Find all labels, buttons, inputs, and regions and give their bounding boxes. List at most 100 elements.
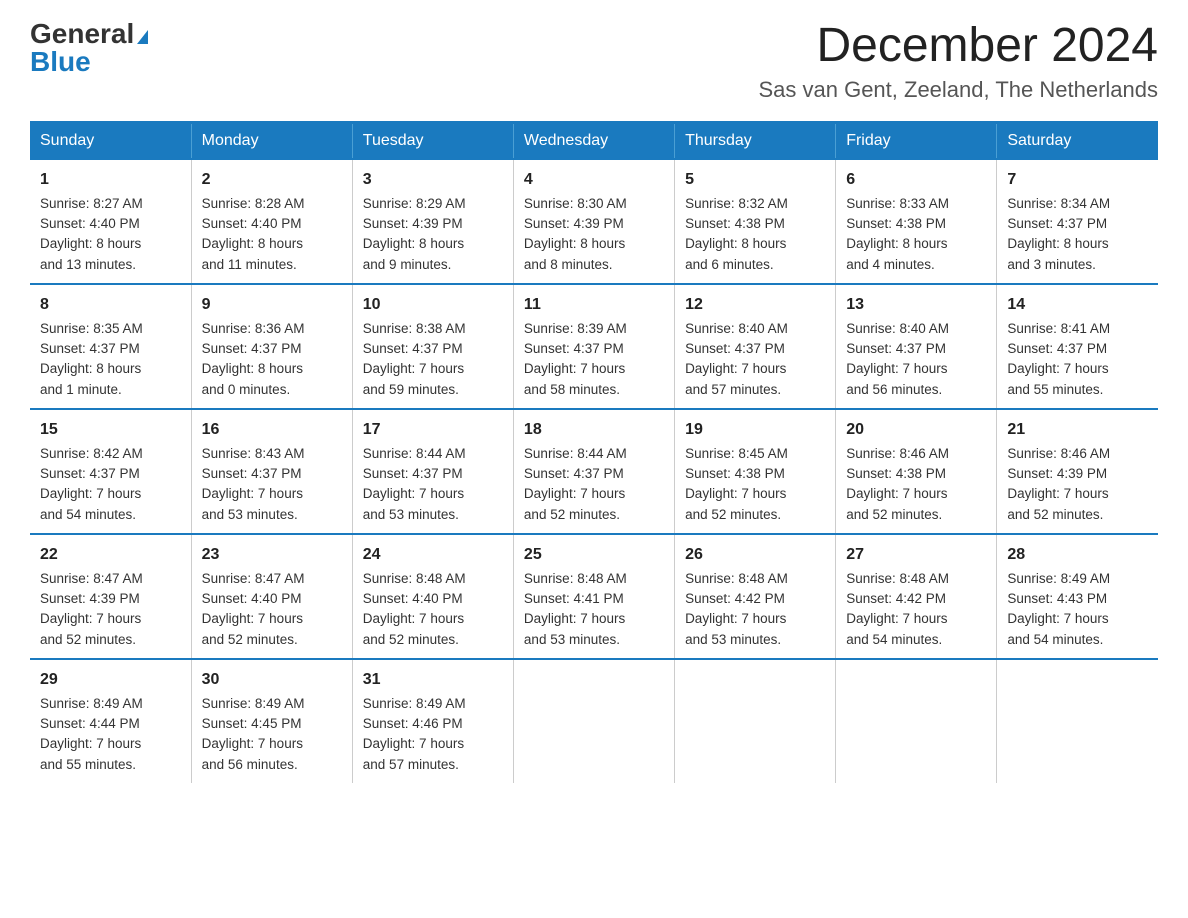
calendar-cell: 28Sunrise: 8:49 AMSunset: 4:43 PMDayligh… xyxy=(997,534,1158,659)
day-number: 30 xyxy=(202,668,342,692)
weekday-header-sunday: Sunday xyxy=(30,122,191,159)
weekday-header-monday: Monday xyxy=(191,122,352,159)
day-info: Sunrise: 8:29 AMSunset: 4:39 PMDaylight:… xyxy=(363,194,503,275)
calendar-week-row: 22Sunrise: 8:47 AMSunset: 4:39 PMDayligh… xyxy=(30,534,1158,659)
calendar-cell: 11Sunrise: 8:39 AMSunset: 4:37 PMDayligh… xyxy=(513,284,674,409)
day-info: Sunrise: 8:45 AMSunset: 4:38 PMDaylight:… xyxy=(685,444,825,525)
day-info: Sunrise: 8:49 AMSunset: 4:46 PMDaylight:… xyxy=(363,694,503,775)
day-info: Sunrise: 8:49 AMSunset: 4:44 PMDaylight:… xyxy=(40,694,181,775)
day-info: Sunrise: 8:27 AMSunset: 4:40 PMDaylight:… xyxy=(40,194,181,275)
day-info: Sunrise: 8:42 AMSunset: 4:37 PMDaylight:… xyxy=(40,444,181,525)
day-number: 13 xyxy=(846,293,986,317)
calendar-cell: 9Sunrise: 8:36 AMSunset: 4:37 PMDaylight… xyxy=(191,284,352,409)
calendar-cell: 8Sunrise: 8:35 AMSunset: 4:37 PMDaylight… xyxy=(30,284,191,409)
day-info: Sunrise: 8:40 AMSunset: 4:37 PMDaylight:… xyxy=(685,319,825,400)
day-info: Sunrise: 8:33 AMSunset: 4:38 PMDaylight:… xyxy=(846,194,986,275)
day-number: 22 xyxy=(40,543,181,567)
calendar-week-row: 1Sunrise: 8:27 AMSunset: 4:40 PMDaylight… xyxy=(30,159,1158,284)
day-number: 19 xyxy=(685,418,825,442)
calendar-cell: 7Sunrise: 8:34 AMSunset: 4:37 PMDaylight… xyxy=(997,159,1158,284)
weekday-header-thursday: Thursday xyxy=(675,122,836,159)
day-number: 23 xyxy=(202,543,342,567)
logo-blue-text: Blue xyxy=(30,48,91,76)
day-info: Sunrise: 8:36 AMSunset: 4:37 PMDaylight:… xyxy=(202,319,342,400)
calendar-cell: 19Sunrise: 8:45 AMSunset: 4:38 PMDayligh… xyxy=(675,409,836,534)
day-number: 15 xyxy=(40,418,181,442)
day-number: 4 xyxy=(524,168,664,192)
day-number: 6 xyxy=(846,168,986,192)
day-info: Sunrise: 8:28 AMSunset: 4:40 PMDaylight:… xyxy=(202,194,342,275)
calendar-cell: 22Sunrise: 8:47 AMSunset: 4:39 PMDayligh… xyxy=(30,534,191,659)
day-info: Sunrise: 8:44 AMSunset: 4:37 PMDaylight:… xyxy=(363,444,503,525)
weekday-header-friday: Friday xyxy=(836,122,997,159)
day-number: 28 xyxy=(1007,543,1148,567)
day-number: 10 xyxy=(363,293,503,317)
calendar-cell: 30Sunrise: 8:49 AMSunset: 4:45 PMDayligh… xyxy=(191,659,352,783)
day-number: 21 xyxy=(1007,418,1148,442)
location-subtitle: Sas van Gent, Zeeland, The Netherlands xyxy=(758,77,1158,103)
day-info: Sunrise: 8:48 AMSunset: 4:42 PMDaylight:… xyxy=(685,569,825,650)
day-info: Sunrise: 8:48 AMSunset: 4:42 PMDaylight:… xyxy=(846,569,986,650)
calendar-week-row: 29Sunrise: 8:49 AMSunset: 4:44 PMDayligh… xyxy=(30,659,1158,783)
day-number: 1 xyxy=(40,168,181,192)
calendar-cell: 29Sunrise: 8:49 AMSunset: 4:44 PMDayligh… xyxy=(30,659,191,783)
day-info: Sunrise: 8:44 AMSunset: 4:37 PMDaylight:… xyxy=(524,444,664,525)
day-number: 14 xyxy=(1007,293,1148,317)
calendar-table: SundayMondayTuesdayWednesdayThursdayFrid… xyxy=(30,121,1158,783)
day-info: Sunrise: 8:48 AMSunset: 4:41 PMDaylight:… xyxy=(524,569,664,650)
month-year-title: December 2024 xyxy=(758,20,1158,73)
weekday-header-row: SundayMondayTuesdayWednesdayThursdayFrid… xyxy=(30,122,1158,159)
calendar-cell: 12Sunrise: 8:40 AMSunset: 4:37 PMDayligh… xyxy=(675,284,836,409)
calendar-cell: 16Sunrise: 8:43 AMSunset: 4:37 PMDayligh… xyxy=(191,409,352,534)
calendar-cell xyxy=(997,659,1158,783)
calendar-cell: 1Sunrise: 8:27 AMSunset: 4:40 PMDaylight… xyxy=(30,159,191,284)
calendar-cell: 15Sunrise: 8:42 AMSunset: 4:37 PMDayligh… xyxy=(30,409,191,534)
day-number: 31 xyxy=(363,668,503,692)
day-number: 7 xyxy=(1007,168,1148,192)
day-number: 18 xyxy=(524,418,664,442)
weekday-header-saturday: Saturday xyxy=(997,122,1158,159)
calendar-cell xyxy=(836,659,997,783)
day-info: Sunrise: 8:49 AMSunset: 4:45 PMDaylight:… xyxy=(202,694,342,775)
day-number: 20 xyxy=(846,418,986,442)
day-info: Sunrise: 8:49 AMSunset: 4:43 PMDaylight:… xyxy=(1007,569,1148,650)
day-info: Sunrise: 8:46 AMSunset: 4:39 PMDaylight:… xyxy=(1007,444,1148,525)
day-number: 27 xyxy=(846,543,986,567)
weekday-header-tuesday: Tuesday xyxy=(352,122,513,159)
calendar-cell: 27Sunrise: 8:48 AMSunset: 4:42 PMDayligh… xyxy=(836,534,997,659)
calendar-cell xyxy=(675,659,836,783)
day-info: Sunrise: 8:48 AMSunset: 4:40 PMDaylight:… xyxy=(363,569,503,650)
day-info: Sunrise: 8:30 AMSunset: 4:39 PMDaylight:… xyxy=(524,194,664,275)
day-info: Sunrise: 8:43 AMSunset: 4:37 PMDaylight:… xyxy=(202,444,342,525)
day-number: 17 xyxy=(363,418,503,442)
day-info: Sunrise: 8:34 AMSunset: 4:37 PMDaylight:… xyxy=(1007,194,1148,275)
calendar-cell: 18Sunrise: 8:44 AMSunset: 4:37 PMDayligh… xyxy=(513,409,674,534)
calendar-cell: 21Sunrise: 8:46 AMSunset: 4:39 PMDayligh… xyxy=(997,409,1158,534)
calendar-cell: 6Sunrise: 8:33 AMSunset: 4:38 PMDaylight… xyxy=(836,159,997,284)
logo-general-text: General xyxy=(30,20,134,48)
day-info: Sunrise: 8:32 AMSunset: 4:38 PMDaylight:… xyxy=(685,194,825,275)
calendar-cell: 2Sunrise: 8:28 AMSunset: 4:40 PMDaylight… xyxy=(191,159,352,284)
calendar-cell xyxy=(513,659,674,783)
calendar-cell: 10Sunrise: 8:38 AMSunset: 4:37 PMDayligh… xyxy=(352,284,513,409)
calendar-week-row: 15Sunrise: 8:42 AMSunset: 4:37 PMDayligh… xyxy=(30,409,1158,534)
weekday-header-wednesday: Wednesday xyxy=(513,122,674,159)
page-header: General Blue December 2024 Sas van Gent,… xyxy=(30,20,1158,103)
title-block: December 2024 Sas van Gent, Zeeland, The… xyxy=(758,20,1158,103)
day-number: 2 xyxy=(202,168,342,192)
calendar-cell: 23Sunrise: 8:47 AMSunset: 4:40 PMDayligh… xyxy=(191,534,352,659)
logo-triangle-icon xyxy=(137,30,148,44)
day-info: Sunrise: 8:39 AMSunset: 4:37 PMDaylight:… xyxy=(524,319,664,400)
day-number: 26 xyxy=(685,543,825,567)
calendar-cell: 25Sunrise: 8:48 AMSunset: 4:41 PMDayligh… xyxy=(513,534,674,659)
day-info: Sunrise: 8:46 AMSunset: 4:38 PMDaylight:… xyxy=(846,444,986,525)
day-number: 11 xyxy=(524,293,664,317)
day-info: Sunrise: 8:41 AMSunset: 4:37 PMDaylight:… xyxy=(1007,319,1148,400)
calendar-cell: 17Sunrise: 8:44 AMSunset: 4:37 PMDayligh… xyxy=(352,409,513,534)
day-number: 25 xyxy=(524,543,664,567)
calendar-cell: 14Sunrise: 8:41 AMSunset: 4:37 PMDayligh… xyxy=(997,284,1158,409)
day-number: 5 xyxy=(685,168,825,192)
calendar-cell: 20Sunrise: 8:46 AMSunset: 4:38 PMDayligh… xyxy=(836,409,997,534)
day-number: 29 xyxy=(40,668,181,692)
day-number: 8 xyxy=(40,293,181,317)
